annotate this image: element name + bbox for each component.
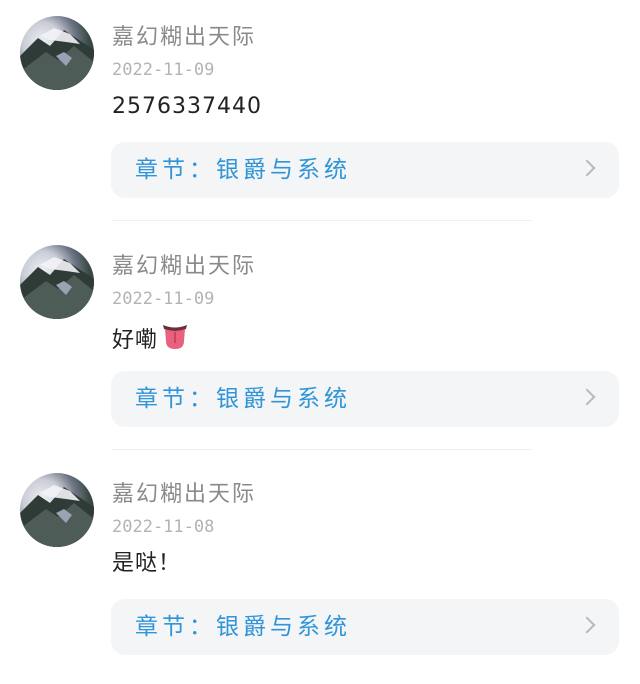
divider (112, 449, 532, 450)
avatar[interactable] (20, 245, 94, 319)
avatar-image (20, 257, 94, 319)
chapter-label: 章节：银爵与系统 (135, 386, 351, 412)
tongue-emoji-icon (160, 321, 190, 360)
comment-text: 是哒！ (112, 549, 181, 579)
comment-text: 2576337440 (112, 92, 262, 122)
avatar-image (20, 485, 94, 547)
chapter-link[interactable]: 章节：银爵与系统 (111, 371, 619, 427)
chevron-right-icon (578, 388, 596, 406)
comment-text-body: 好嘞 (112, 328, 159, 353)
avatar[interactable] (20, 473, 94, 547)
comment-date: 2022-11-09 (112, 289, 215, 309)
chevron-right-icon (578, 616, 596, 634)
chapter-label: 章节：银爵与系统 (135, 157, 351, 183)
chapter-link[interactable]: 章节：银爵与系统 (111, 599, 619, 655)
comment-text: 好嘞 (112, 321, 190, 360)
chapter-label: 章节：银爵与系统 (135, 614, 351, 640)
divider (112, 220, 532, 221)
chapter-link[interactable]: 章节：银爵与系统 (111, 142, 619, 198)
username[interactable]: 嘉幻糊出天际 (112, 24, 256, 52)
avatar[interactable] (20, 16, 94, 90)
username[interactable]: 嘉幻糊出天际 (112, 253, 256, 281)
username[interactable]: 嘉幻糊出天际 (112, 481, 256, 509)
comment-item: 嘉幻糊出天际 2022-11-09 好嘞 章节：银爵与系统 (0, 229, 640, 458)
comment-item: 嘉幻糊出天际 2022-11-09 2576337440 章节：银爵与系统 (0, 0, 640, 229)
comment-date: 2022-11-08 (112, 517, 215, 537)
comment-text-body: 是哒！ (112, 551, 182, 576)
comment-feed: 嘉幻糊出天际 2022-11-09 2576337440 章节：银爵与系统 嘉幻… (0, 0, 640, 684)
comment-item: 嘉幻糊出天际 2022-11-08 是哒！ 章节：银爵与系统 (0, 457, 640, 684)
comment-date: 2022-11-09 (112, 60, 215, 80)
chevron-right-icon (578, 159, 596, 177)
comment-text-body: 2576337440 (112, 94, 262, 119)
avatar-image (20, 28, 94, 90)
